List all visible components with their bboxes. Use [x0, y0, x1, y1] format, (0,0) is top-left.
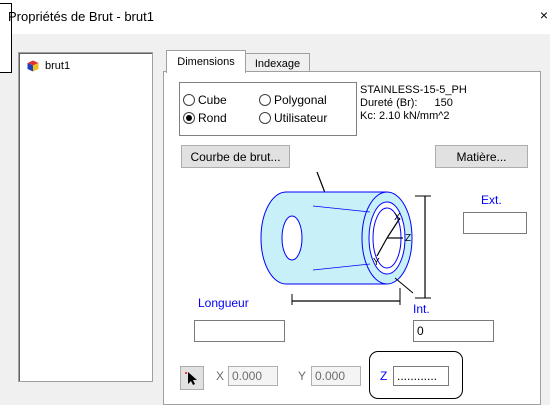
- x-label: X: [216, 369, 225, 383]
- material-hardness-row: Dureté (Br): 150: [360, 97, 467, 110]
- arrow-cursor-icon: [185, 372, 197, 385]
- radio-utilisateur-label: Utilisateur: [274, 111, 328, 125]
- radio-rond-dot: [183, 112, 195, 124]
- radio-rond[interactable]: Rond: [183, 111, 227, 125]
- radio-cube-dot: [183, 94, 195, 106]
- int-diameter-input[interactable]: 0: [413, 320, 494, 342]
- radio-utilisateur[interactable]: Utilisateur: [259, 111, 327, 125]
- radio-cube[interactable]: Cube: [183, 93, 227, 107]
- hardness-value: 150: [434, 97, 453, 109]
- shape-group: [179, 82, 357, 136]
- y-coord-input[interactable]: 0.000: [311, 366, 361, 386]
- hardness-label: Dureté (Br):: [360, 97, 418, 109]
- radio-polygonal-dot: [259, 94, 271, 106]
- radio-cube-label: Cube: [198, 93, 227, 107]
- radio-polygonal-label: Polygonal: [274, 93, 327, 107]
- z-highlight-box: [369, 351, 463, 399]
- cube-icon: [27, 60, 39, 72]
- tree-item-brut1[interactable]: brut1: [27, 60, 70, 72]
- x-coord-input[interactable]: 0.000: [228, 366, 278, 386]
- object-tree[interactable]: brut1: [18, 52, 153, 382]
- stock-cylinder-diagram: X Z Y: [260, 171, 431, 305]
- tree-item-label: brut1: [45, 60, 71, 72]
- svg-text:X: X: [394, 212, 401, 223]
- radio-utilisateur-dot: [259, 112, 271, 124]
- close-icon[interactable]: ×: [540, 7, 548, 23]
- int-label: Int.: [413, 302, 430, 316]
- radio-rond-label: Rond: [198, 111, 227, 125]
- radio-polygonal[interactable]: Polygonal: [259, 93, 327, 107]
- tab-indexage[interactable]: Indexage: [245, 53, 310, 73]
- material-name: STAINLESS-15-5_PH: [360, 84, 467, 96]
- ext-diameter-input[interactable]: [463, 212, 527, 234]
- ext-label: Ext.: [481, 193, 502, 207]
- svg-text:Z: Z: [405, 233, 411, 244]
- matiere-button[interactable]: Matière...: [435, 145, 528, 168]
- longueur-label: Longueur: [198, 296, 249, 310]
- courbe-de-brut-button[interactable]: Courbe de brut...: [181, 145, 290, 168]
- material-kc: Kc: 2.10 kN/mm^2: [360, 110, 450, 122]
- y-label: Y: [298, 369, 307, 383]
- svg-text:Y: Y: [373, 257, 380, 268]
- pick-point-button[interactable]: [180, 366, 204, 390]
- tab-dimensions[interactable]: Dimensions: [166, 50, 246, 73]
- longueur-input[interactable]: [194, 320, 285, 342]
- material-info: STAINLESS-15-5_PH Dureté (Br): 150 Kc: 2…: [360, 84, 467, 123]
- window-title: Propriétés de Brut - brut1: [8, 9, 154, 24]
